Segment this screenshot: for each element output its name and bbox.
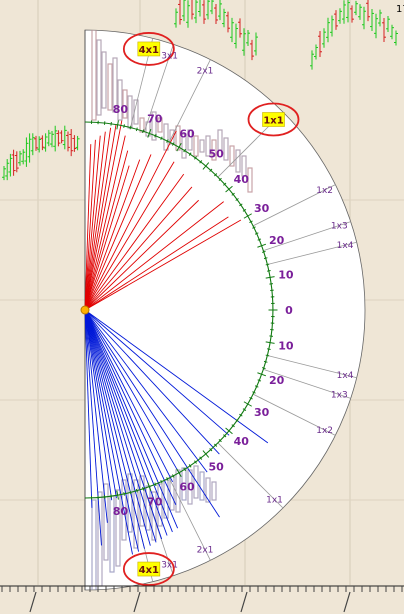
- gann-label: 2x1: [197, 66, 214, 76]
- degree-label-upper: 60: [179, 127, 195, 140]
- degree-tick: [267, 348, 271, 350]
- degree-label-upper: 0: [285, 304, 293, 317]
- gann-label: 3x1: [161, 52, 178, 62]
- degree-label-upper: 20: [269, 234, 285, 247]
- degree-label-upper: 70: [147, 112, 163, 125]
- degree-label-upper: 80: [113, 103, 129, 116]
- gann-label: 1x3: [331, 391, 348, 401]
- gann-label: 1x4: [337, 241, 354, 251]
- pivot-point[interactable]: [80, 305, 90, 315]
- degree-label-upper: 10: [278, 269, 294, 282]
- degree-label-lower: 80: [113, 505, 129, 518]
- gann-fan-chart: 010203040506070801020304050607080 4x13x1…: [0, 0, 404, 614]
- degree-label-lower: 20: [269, 374, 285, 387]
- degree-label-lower: 10: [278, 339, 294, 352]
- gann-label: 1x2: [316, 426, 333, 436]
- gann-label: 2x1: [197, 546, 214, 556]
- price-axis-label: 17: [396, 4, 404, 15]
- gann-label: 1x2: [316, 186, 333, 196]
- degree-label-lower: 40: [234, 435, 250, 448]
- gann-label: 4x1: [139, 565, 159, 576]
- degree-tick: [267, 270, 271, 272]
- gann-label: 1x3: [331, 221, 348, 231]
- degree-label-upper: 50: [208, 148, 224, 161]
- degree-tick: [123, 492, 125, 496]
- degree-label-upper: 40: [234, 173, 250, 186]
- degree-label-upper: 30: [254, 202, 270, 215]
- degree-label-lower: 60: [179, 481, 195, 494]
- degree-label-lower: 70: [147, 496, 163, 509]
- degree-tick: [123, 124, 125, 128]
- gann-label: 1x1: [266, 496, 283, 506]
- gann-label: 3x1: [161, 560, 178, 570]
- degree-label-lower: 30: [254, 406, 270, 419]
- gann-label: 1x1: [263, 115, 283, 126]
- gann-label: 4x1: [139, 45, 159, 56]
- gann-label: 1x4: [337, 371, 354, 381]
- degree-label-lower: 50: [208, 460, 224, 473]
